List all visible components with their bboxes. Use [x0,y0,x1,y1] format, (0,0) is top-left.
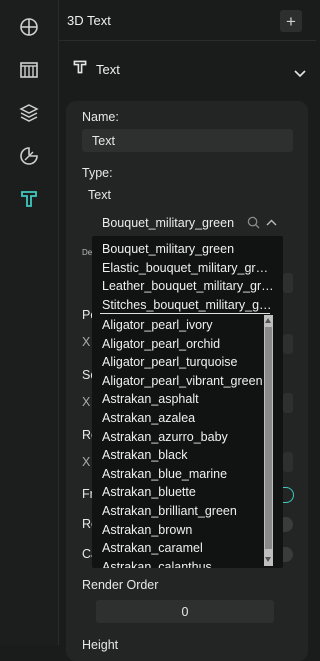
panel-header: 3D Text + [58,0,316,41]
dropdown-option[interactable]: Astrakan_azurro_baby [92,428,270,447]
render-order-input[interactable]: 0 [96,600,274,623]
chevron-up-icon[interactable] [266,216,277,232]
material-options-list: Aligator_pearl_ivory Aligator_pearl_orch… [92,316,283,568]
layers-icon[interactable] [17,101,41,125]
favorites-divider [100,313,270,314]
hidden-field [283,452,293,472]
text-section-header[interactable]: Text [58,41,316,97]
dropdown-option[interactable]: Aligator_pearl_orchid [92,335,270,354]
render-order-label: Render Order [82,578,159,592]
dropdown-option[interactable]: Stitches_bouquet_military_gre... [92,296,274,315]
name-input[interactable]: Text [82,129,293,152]
dropdown-option[interactable]: Leather_bouquet_military_gre... [92,277,274,296]
scroll-down-arrow-icon[interactable] [265,557,271,562]
hidden-field [283,334,293,354]
hidden-label-x: X [82,455,91,469]
hidden-field [283,393,293,413]
library-icon[interactable] [17,58,41,82]
palette-icon[interactable] [17,144,41,168]
material-select-value: Bouquet_military_green [102,216,235,230]
text-section-icon [72,59,88,80]
hidden-label-x: X [82,395,91,409]
scroll-up-arrow-icon[interactable] [265,318,271,323]
add-button[interactable]: + [280,10,302,32]
scrollbar-thumb[interactable] [265,327,272,549]
dropdown-option[interactable]: Aligator_pearl_ivory [92,316,270,335]
dropdown-option[interactable]: Aligator_pearl_vibrant_green [92,372,270,391]
name-label: Name: [82,110,119,124]
dropdown-option[interactable]: Aligator_pearl_turquoise [92,353,270,372]
dropdown-option[interactable]: Elastic_bouquet_military_green [92,259,274,278]
type-label: Type: [82,166,113,180]
section-title: Text [96,62,120,77]
dropdown-option[interactable]: Astrakan_brilliant_green [92,502,270,521]
plus-icon: + [286,11,296,31]
dropdown-option[interactable]: Astrakan_brown [92,521,270,540]
dropdown-option[interactable]: Astrakan_azalea [92,409,270,428]
hidden-label-de: De [82,248,93,257]
search-icon[interactable] [247,216,260,232]
hidden-field [283,273,293,293]
material-select[interactable]: Bouquet_military_green [92,211,283,235]
dropdown-option[interactable]: Astrakan_blue_marine [92,465,270,484]
hidden-label-x: X [82,335,91,349]
dropdown-option[interactable]: Astrakan_caramel [92,539,270,558]
type-value: Text [88,188,111,202]
dropdown-scrollbar[interactable] [264,315,273,566]
dropdown-option[interactable]: Bouquet_military_green [92,240,274,259]
dropdown-option[interactable]: Astrakan_calanthus [92,558,270,568]
dropdown-option[interactable]: Astrakan_black [92,446,270,465]
dropdown-option[interactable]: Astrakan_bluette [92,483,270,502]
text-tool-icon[interactable] [17,187,41,211]
crosshair-icon[interactable] [17,15,41,39]
dropdown-option[interactable]: Astrakan_asphalt [92,390,270,409]
favorite-options: Bouquet_military_green Elastic_bouquet_m… [92,240,283,314]
height-label: Height [82,638,119,652]
panel-title: 3D Text [67,13,111,28]
chevron-down-icon[interactable] [294,65,306,83]
tool-rail [0,0,59,645]
material-dropdown: Bouquet_military_green Elastic_bouquet_m… [92,236,283,568]
